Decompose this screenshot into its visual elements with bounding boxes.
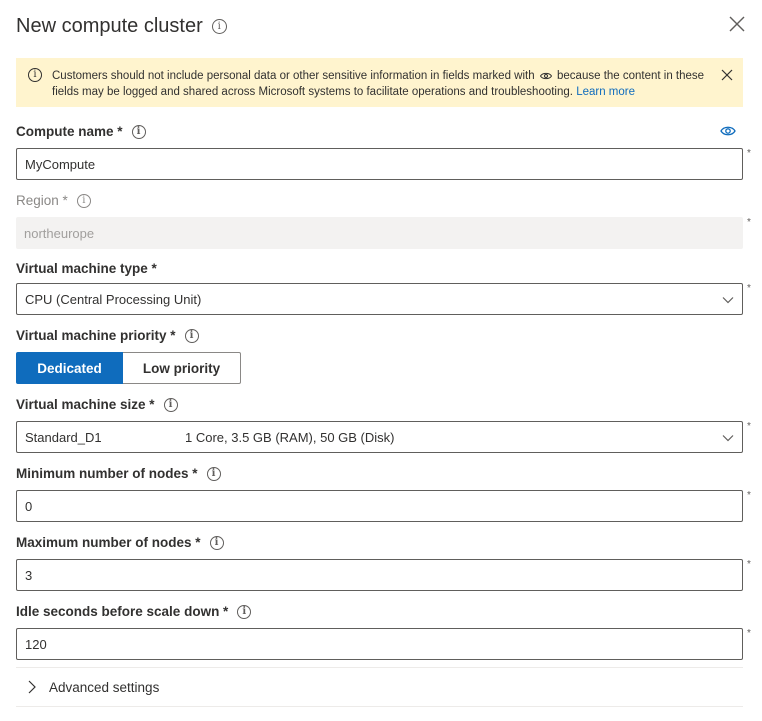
- warning-text: Customers should not include personal da…: [52, 69, 712, 100]
- idle-seconds-value: 120: [25, 636, 47, 652]
- vm-size-label: Virtual machine size * i: [16, 397, 178, 412]
- compute-name-label: Compute name * i: [16, 124, 146, 139]
- chevron-down-icon: [722, 297, 734, 304]
- info-icon[interactable]: i: [211, 19, 227, 34]
- idle-seconds-input[interactable]: 120: [16, 628, 743, 660]
- vm-size-name: Standard_D1: [25, 429, 102, 445]
- close-icon[interactable]: [727, 14, 747, 34]
- compute-name-label-text: Compute name *: [16, 124, 123, 139]
- vm-size-spec: 1 Core, 3.5 GB (RAM), 50 GB (Disk): [185, 429, 395, 445]
- info-icon[interactable]: i: [184, 328, 199, 343]
- warning-banner: i Customers should not include personal …: [16, 58, 743, 107]
- max-nodes-label-text: Maximum number of nodes *: [16, 535, 201, 550]
- chevron-down-icon: [722, 435, 734, 442]
- idle-seconds-label: Idle seconds before scale down * i: [16, 604, 252, 619]
- eye-icon: [539, 72, 552, 80]
- panel-header: New compute cluster i: [16, 15, 227, 38]
- vm-priority-label: Virtual machine priority * i: [16, 328, 199, 343]
- required-marker: *: [747, 490, 751, 501]
- region-label: Region * i: [16, 193, 91, 208]
- vm-type-dropdown[interactable]: CPU (Central Processing Unit): [16, 283, 743, 315]
- compute-name-value: MyCompute: [25, 156, 96, 172]
- vm-type-label-text: Virtual machine type *: [16, 261, 157, 276]
- vm-priority-label-text: Virtual machine priority *: [16, 328, 176, 343]
- max-nodes-input[interactable]: 3: [16, 559, 743, 591]
- warning-text-part1: Customers should not include personal da…: [52, 70, 535, 82]
- eye-icon[interactable]: [720, 125, 736, 137]
- warning-info-icon: i: [28, 68, 42, 82]
- min-nodes-value: 0: [25, 498, 33, 514]
- required-marker: *: [747, 559, 751, 570]
- info-icon[interactable]: i: [206, 466, 221, 481]
- required-marker: *: [747, 421, 751, 432]
- page-title: New compute cluster: [16, 15, 203, 37]
- info-icon[interactable]: i: [163, 397, 178, 412]
- info-icon[interactable]: i: [237, 604, 252, 619]
- advanced-settings-expander[interactable]: Advanced settings: [16, 667, 743, 707]
- required-marker: *: [747, 217, 751, 228]
- learn-more-link[interactable]: Learn more: [576, 86, 635, 98]
- region-label-text: Region *: [16, 193, 68, 208]
- dedicated-option[interactable]: Dedicated: [16, 352, 123, 384]
- vm-size-dropdown[interactable]: Standard_D1 1 Core, 3.5 GB (RAM), 50 GB …: [16, 421, 743, 453]
- idle-seconds-label-text: Idle seconds before scale down *: [16, 604, 229, 619]
- max-nodes-value: 3: [25, 567, 33, 583]
- vm-size-label-text: Virtual machine size *: [16, 397, 155, 412]
- vm-type-label: Virtual machine type *: [16, 261, 157, 276]
- chevron-right-icon: [28, 680, 36, 694]
- info-icon[interactable]: i: [131, 124, 146, 139]
- info-icon[interactable]: i: [76, 193, 91, 208]
- required-marker: *: [747, 148, 751, 159]
- region-value: northeurope: [24, 225, 95, 241]
- info-icon[interactable]: i: [209, 535, 224, 550]
- dismiss-warning-icon[interactable]: [721, 69, 733, 81]
- min-nodes-label-text: Minimum number of nodes *: [16, 466, 198, 481]
- min-nodes-label: Minimum number of nodes * i: [16, 466, 221, 481]
- low-priority-option[interactable]: Low priority: [123, 352, 241, 384]
- max-nodes-label: Maximum number of nodes * i: [16, 535, 224, 550]
- compute-name-input[interactable]: MyCompute: [16, 148, 743, 180]
- required-marker: *: [747, 628, 751, 639]
- required-marker: *: [747, 283, 751, 294]
- min-nodes-input[interactable]: 0: [16, 490, 743, 522]
- advanced-settings-label: Advanced settings: [49, 679, 160, 695]
- vm-priority-toggle: Dedicated Low priority: [16, 352, 241, 384]
- region-field: northeurope: [16, 217, 743, 249]
- vm-type-value: CPU (Central Processing Unit): [25, 291, 202, 307]
